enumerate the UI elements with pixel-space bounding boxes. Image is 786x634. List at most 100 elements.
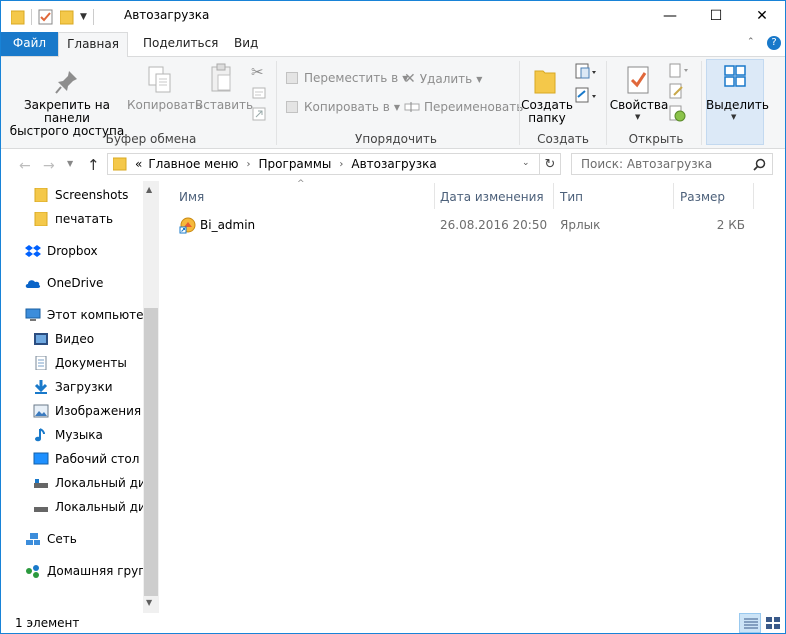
details-view-icon — [744, 618, 758, 629]
folder-icon — [34, 188, 48, 202]
copy-path-icon[interactable] — [252, 87, 266, 99]
computer-icon — [25, 308, 41, 321]
column-divider[interactable] — [553, 183, 554, 209]
downloads-icon — [34, 380, 48, 394]
breadcrumb-startup[interactable]: Автозагрузка — [351, 157, 436, 171]
nav-item-label: Screenshots — [55, 188, 129, 202]
scroll-down-chevron-icon[interactable]: ▼ — [146, 598, 152, 607]
copy-to-button[interactable]: Копировать в ▼ — [286, 100, 400, 114]
tab-home[interactable]: Главная — [58, 32, 128, 57]
back-arrow-icon[interactable]: ← — [19, 158, 31, 174]
paste-icon — [211, 63, 231, 92]
drive-icon — [34, 507, 48, 512]
copy-button[interactable]: Копировать — [127, 99, 202, 112]
new-folder-icon — [534, 70, 556, 94]
breadcrumb-overflow[interactable]: « — [135, 157, 142, 171]
copy-to-chevron-icon: ▼ — [393, 102, 400, 112]
maximize-button[interactable]: ☐ — [693, 1, 739, 31]
search-box[interactable]: Поиск: Автозагрузка — [571, 153, 773, 175]
nav-item-label: Локальный дис — [55, 476, 153, 490]
ribbon-tabs: Файл Главная Поделиться Вид ⌃ ? — [1, 32, 785, 57]
move-to-button[interactable]: Переместить в ▼ — [286, 71, 408, 85]
history-icon[interactable] — [669, 105, 687, 123]
cut-icon[interactable]: ✂ — [251, 63, 264, 81]
column-divider[interactable] — [753, 183, 754, 209]
nav-item-label: Видео — [55, 332, 95, 346]
nav-item-label: Этот компьютер — [47, 308, 152, 322]
nav-item-label: Dropbox — [47, 244, 98, 258]
qat-customize-chevron-icon[interactable]: ▼ — [80, 12, 87, 22]
refresh-icon: ↻ — [544, 156, 556, 172]
onedrive-icon — [25, 280, 41, 288]
nav-item-label: Загрузки — [55, 380, 113, 394]
refresh-button[interactable]: ↻ — [539, 153, 561, 175]
minimize-button[interactable]: — — [647, 1, 693, 31]
file-name[interactable]: Bi_admin — [200, 216, 255, 234]
nav-item-label: печатать — [55, 212, 114, 226]
delete-button[interactable]: ✕ Удалить ▼ — [404, 71, 482, 87]
address-bar[interactable]: « Главное меню › Программы › Автозагрузк… — [107, 153, 561, 175]
select-chevron-icon: ▼ — [731, 113, 737, 121]
collapse-ribbon-chevron-icon[interactable]: ⌃ — [747, 37, 755, 47]
details-view-button[interactable] — [739, 613, 761, 633]
pin-label-line1: Закрепить на панели — [23, 98, 110, 125]
breadcrumb-programs[interactable]: Программы — [259, 157, 332, 171]
large-icons-view-button[interactable] — [763, 613, 783, 633]
file-date: 26.08.2016 20:50 — [440, 218, 548, 232]
shortcut-file-icon — [179, 217, 196, 234]
folder-icon — [34, 212, 48, 226]
file-type: Ярлык — [560, 218, 601, 232]
edit-icon[interactable] — [669, 83, 685, 99]
pictures-icon — [33, 404, 49, 418]
breadcrumb-start-menu[interactable]: Главное меню — [148, 157, 238, 171]
folder-icon[interactable] — [11, 9, 25, 25]
column-divider[interactable] — [673, 183, 674, 209]
address-history-chevron-icon[interactable]: ⌄ — [522, 158, 530, 168]
new-folder-button[interactable]: Создать папку — [521, 99, 573, 125]
new-item-icon[interactable] — [575, 63, 597, 81]
help-icon[interactable]: ? — [767, 36, 781, 50]
scroll-up-chevron-icon[interactable]: ▲ — [146, 185, 152, 194]
ribbon-separator — [606, 61, 607, 145]
copy-icon — [148, 66, 171, 93]
search-icon[interactable] — [753, 158, 766, 171]
open-icon[interactable] — [669, 63, 691, 79]
select-label: Выделить — [706, 98, 769, 112]
easy-access-icon[interactable] — [575, 87, 597, 105]
properties-button[interactable]: Свойства — [608, 99, 670, 112]
nav-item-label: Сеть — [47, 532, 77, 546]
nav-scrollbar-thumb[interactable] — [144, 308, 158, 596]
tab-file[interactable]: Файл — [1, 32, 58, 56]
column-header-type[interactable]: Тип — [560, 187, 583, 207]
up-arrow-icon[interactable]: ↑ — [87, 156, 100, 174]
tab-view[interactable]: Вид — [222, 32, 270, 56]
recent-locations-chevron-icon[interactable]: ▼ — [67, 159, 73, 168]
forward-arrow-icon[interactable]: → — [43, 158, 55, 174]
rename-button[interactable]: Переименовать — [404, 100, 523, 114]
ribbon: Закрепить на панели быстрого доступа Коп… — [1, 56, 785, 149]
column-header-name[interactable]: Имя — [179, 187, 204, 207]
column-divider[interactable] — [434, 183, 435, 209]
breadcrumb-chevron-icon[interactable]: › — [339, 159, 343, 170]
properties-chevron-icon[interactable]: ▼ — [635, 113, 640, 121]
nav-item-label: Рабочий стол — [55, 452, 140, 466]
delete-chevron-icon: ▼ — [476, 74, 483, 84]
tab-share[interactable]: Поделиться — [131, 32, 230, 56]
column-header-size[interactable]: Размер — [680, 187, 725, 207]
nav-item-label: Изображения — [55, 404, 142, 418]
close-button[interactable]: ✕ — [739, 1, 785, 31]
properties-checkmark-icon[interactable] — [38, 9, 54, 25]
column-header-date[interactable]: Дата изменения — [440, 187, 544, 207]
new-folder-icon[interactable] — [60, 9, 74, 25]
ribbon-separator — [701, 61, 702, 145]
network-icon — [26, 533, 40, 545]
breadcrumb-chevron-icon[interactable]: › — [247, 159, 251, 170]
qat-divider — [31, 9, 32, 25]
paste-button[interactable]: Вставить — [195, 99, 253, 112]
select-grid-icon — [724, 65, 746, 87]
drive-icon — [34, 479, 48, 488]
nav-item-label: Домашняя групп — [47, 564, 154, 578]
new-group-label: Создать — [537, 132, 589, 146]
delete-label: Удалить — [419, 72, 473, 86]
paste-shortcut-icon[interactable] — [252, 107, 266, 121]
